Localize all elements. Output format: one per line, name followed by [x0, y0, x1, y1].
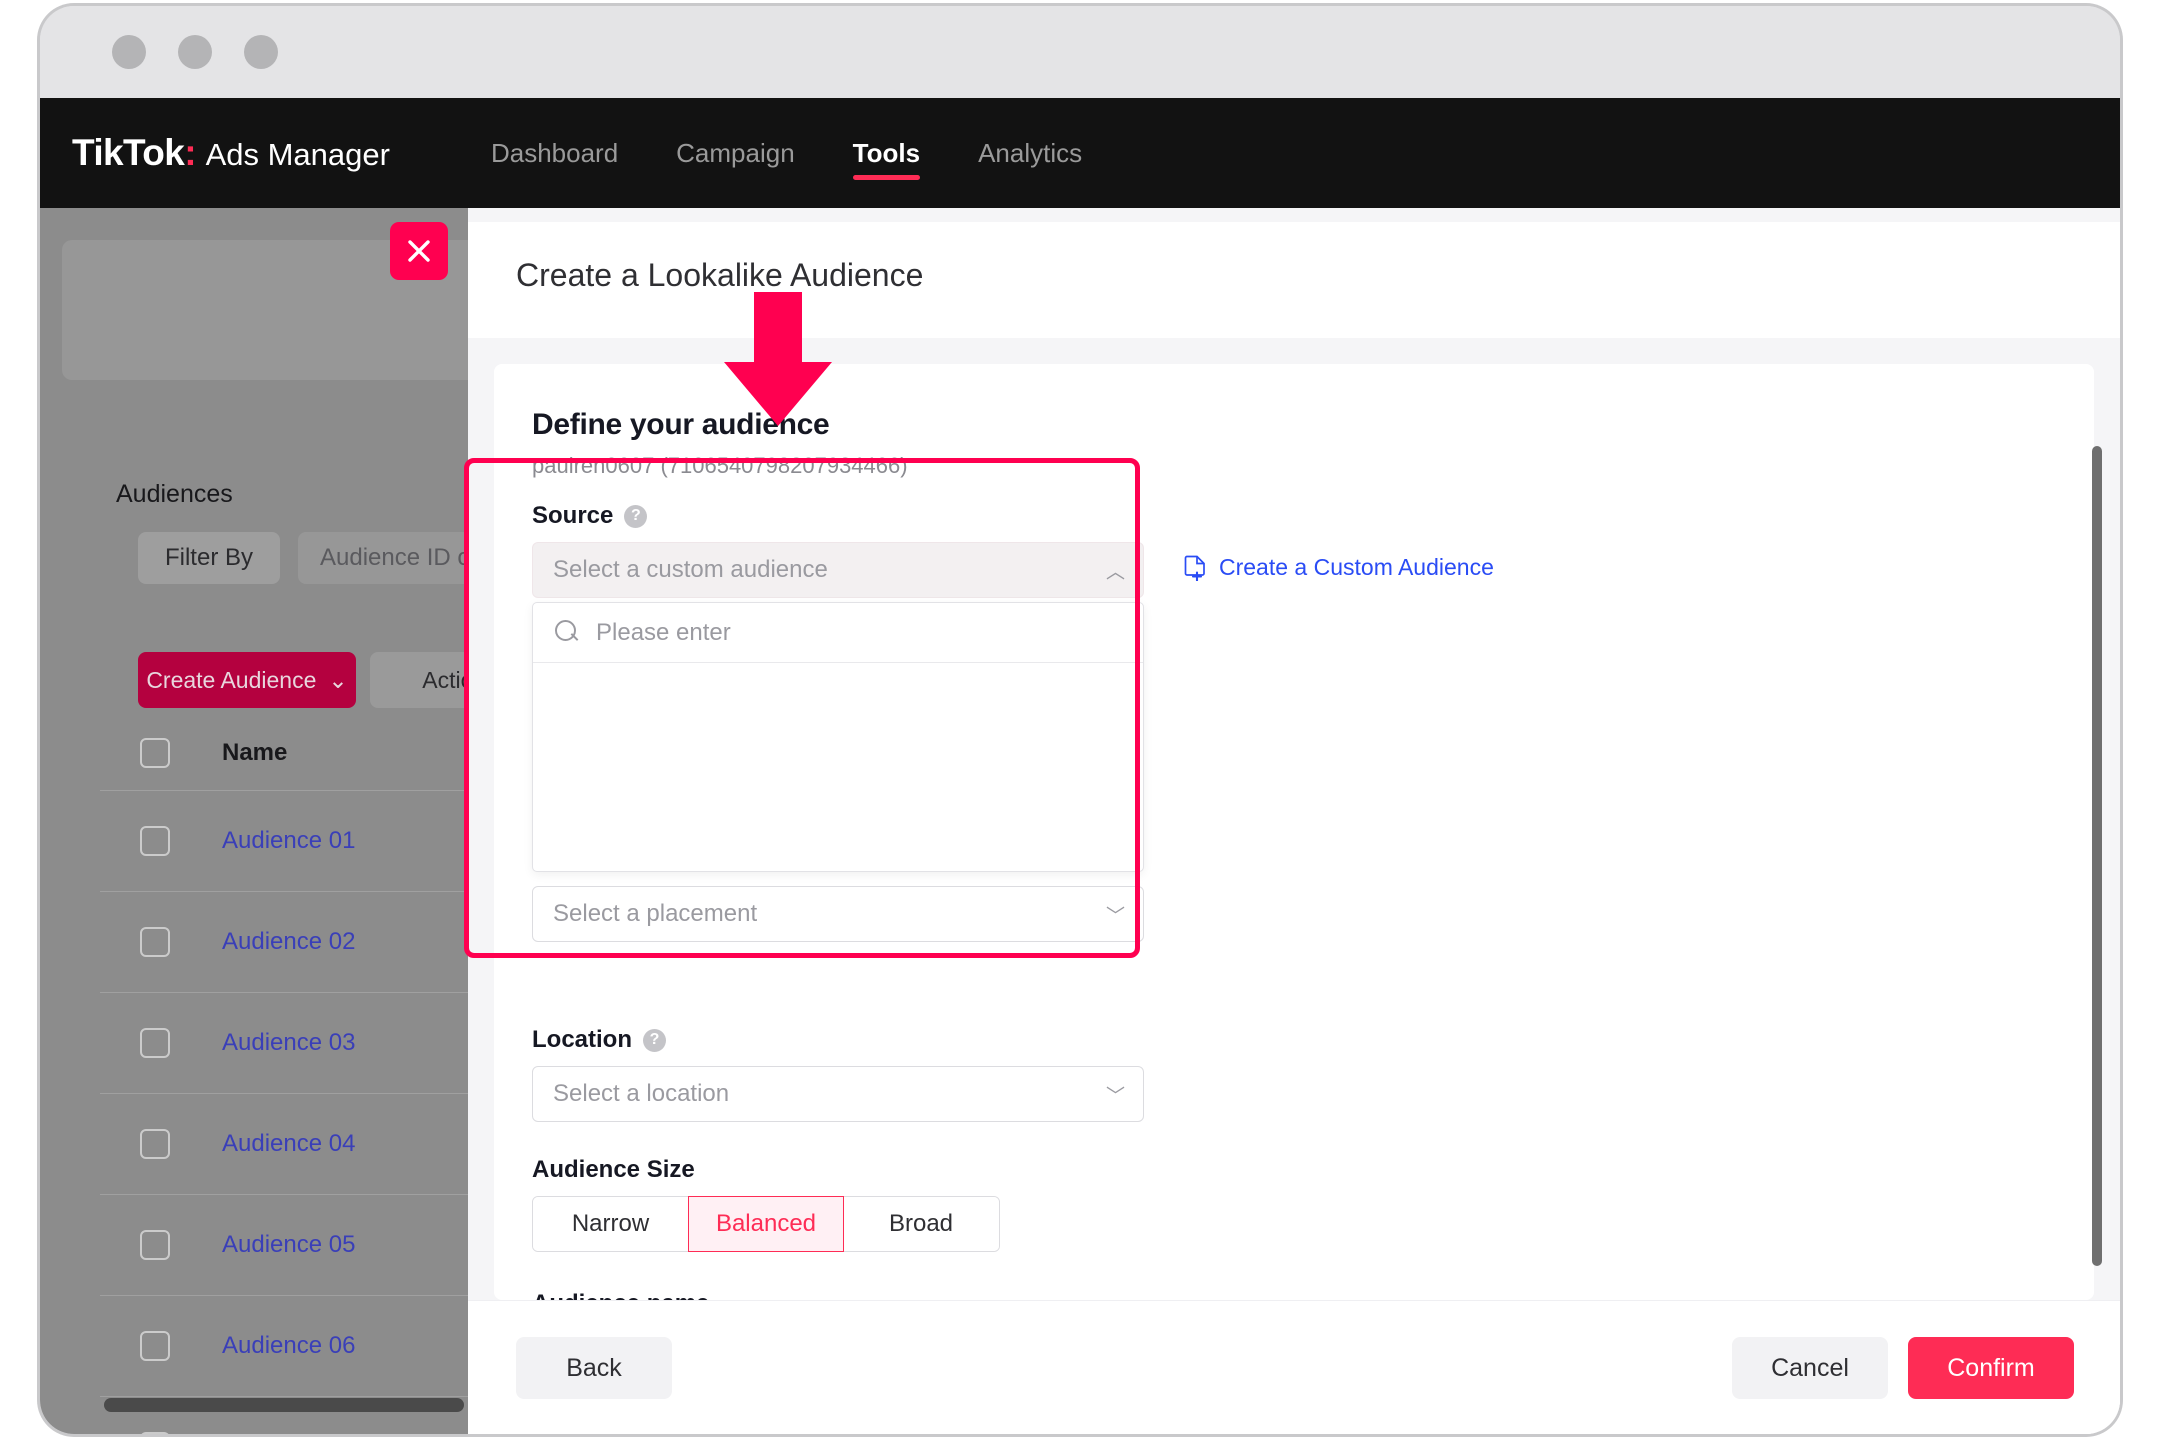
audience-size-option-balanced[interactable]: Balanced — [688, 1196, 844, 1252]
row-checkbox[interactable] — [140, 1432, 170, 1434]
audience-name-link[interactable]: Audience 04 — [222, 1130, 355, 1158]
confirm-button[interactable]: Confirm — [1908, 1337, 2074, 1399]
create-custom-audience-link[interactable]: Create a Custom Audience — [1184, 554, 1494, 581]
source-label-text: Source — [532, 502, 613, 530]
page-title: Audiences — [116, 480, 233, 509]
select-all-checkbox[interactable] — [140, 738, 170, 768]
create-custom-audience-label: Create a Custom Audience — [1219, 554, 1494, 581]
nav-item-tools[interactable]: Tools — [824, 98, 949, 208]
browser-window: TikTok: Ads Manager Dashboard Campaign T… — [40, 6, 2120, 1434]
table-row[interactable]: Audience 05 — [100, 1194, 520, 1295]
modal-title: Create a Lookalike Audience — [516, 257, 923, 294]
location-label: Location ? — [532, 1026, 666, 1054]
audience-size-label-text: Audience Size — [532, 1156, 695, 1184]
tiktok-ads-manager-logo: TikTok: Ads Manager — [72, 132, 390, 174]
help-icon[interactable]: ? — [643, 1029, 666, 1052]
modal-footer: Back Cancel Confirm — [468, 1300, 2120, 1434]
table-row[interactable]: Audience 04 — [100, 1093, 520, 1194]
help-icon[interactable]: ? — [624, 505, 647, 528]
location-placeholder: Select a location — [553, 1080, 729, 1108]
row-checkbox[interactable] — [140, 1230, 170, 1260]
source-search-placeholder: Please enter — [596, 619, 731, 647]
chevron-up-icon: ︿ — [1106, 557, 1125, 584]
audience-name-link[interactable]: Audience 02 — [222, 928, 355, 956]
table-header-row: Name — [100, 716, 520, 790]
audience-size-option-narrow[interactable]: Narrow — [533, 1197, 689, 1251]
nav-item-analytics[interactable]: Analytics — [949, 98, 1111, 208]
maximize-dot[interactable] — [244, 35, 278, 69]
section-title: Define your audience — [532, 408, 2094, 442]
dropdown-empty-list — [533, 663, 1143, 871]
table-row[interactable]: Audience 01 — [100, 790, 520, 891]
location-label-text: Location — [532, 1026, 632, 1054]
horizontal-scrollbar[interactable] — [104, 1398, 464, 1412]
audience-size-option-broad[interactable]: Broad — [843, 1197, 999, 1251]
audiences-table: Name Audience 01 Audience 02 Audience 03… — [100, 716, 520, 1434]
account-identifier: paulren0607 (7106540798207934466) — [532, 453, 2094, 479]
window-titlebar — [40, 6, 2120, 98]
table-row[interactable]: Audience 02 — [100, 891, 520, 992]
row-checkbox[interactable] — [140, 1331, 170, 1361]
audience-name-link[interactable]: Audience 01 — [222, 827, 355, 855]
close-dot[interactable] — [112, 35, 146, 69]
tiktok-wordmark: TikTok — [72, 132, 184, 174]
table-row[interactable]: Audience 03 — [100, 992, 520, 1093]
audience-size-label: Audience Size — [532, 1156, 695, 1184]
cancel-button[interactable]: Cancel — [1732, 1337, 1888, 1399]
row-checkbox[interactable] — [140, 826, 170, 856]
audience-name-link[interactable]: Audience 05 — [222, 1231, 355, 1259]
row-checkbox[interactable] — [140, 1129, 170, 1159]
source-label: Source ? — [532, 502, 647, 530]
ads-manager-label: Ads Manager — [206, 137, 390, 173]
chevron-down-icon: ﹀ — [1106, 1081, 1125, 1108]
define-audience-card: Define your audience paulren0607 (710654… — [494, 364, 2094, 1300]
nav-item-dashboard[interactable]: Dashboard — [462, 98, 647, 208]
nav-links: Dashboard Campaign Tools Analytics — [462, 98, 1111, 208]
nav-item-campaign[interactable]: Campaign — [647, 98, 824, 208]
back-button[interactable]: Back — [516, 1337, 672, 1399]
column-header-name: Name — [222, 739, 287, 767]
create-lookalike-audience-modal: Create a Lookalike Audience Define your … — [468, 222, 2120, 1434]
search-icon — [555, 620, 580, 645]
modal-scrollbar-track[interactable] — [2096, 338, 2112, 1300]
source-search-input[interactable]: Please enter — [533, 603, 1143, 663]
close-annotation-badge[interactable] — [390, 222, 448, 280]
placement-select[interactable]: Select a placement ﹀ — [532, 886, 1144, 942]
table-row[interactable]: Audience 06 — [100, 1295, 520, 1396]
placement-placeholder: Select a placement — [553, 900, 757, 928]
top-navigation-bar: TikTok: Ads Manager Dashboard Campaign T… — [40, 98, 2120, 208]
modal-body: Define your audience paulren0607 (710654… — [468, 338, 2120, 1300]
tiktok-colon-accent: : — [184, 132, 196, 174]
source-select-placeholder: Select a custom audience — [553, 556, 828, 584]
chevron-down-icon: ﹀ — [1106, 901, 1125, 928]
row-checkbox[interactable] — [140, 1028, 170, 1058]
audience-name-link[interactable]: Audience 06 — [222, 1332, 355, 1360]
audience-name-link[interactable]: Audience 03 — [222, 1029, 355, 1057]
create-audience-label: Create Audience — [146, 667, 316, 694]
modal-scrollbar-thumb[interactable] — [2092, 446, 2102, 1266]
source-select[interactable]: Select a custom audience ︿ — [532, 542, 1144, 598]
chevron-down-icon: ⌄ — [328, 667, 347, 694]
location-select[interactable]: Select a location ﹀ — [532, 1066, 1144, 1122]
create-audience-button[interactable]: Create Audience ⌄ — [138, 652, 356, 708]
minimize-dot[interactable] — [178, 35, 212, 69]
source-dropdown-panel: Please enter — [532, 602, 1144, 872]
audience-name-link[interactable]: Audience07 — [222, 1433, 349, 1434]
filter-by-button[interactable]: Filter By — [138, 532, 280, 584]
document-plus-icon — [1184, 555, 1208, 581]
audience-size-segmented-control: Narrow Balanced Broad — [532, 1196, 1000, 1252]
row-checkbox[interactable] — [140, 927, 170, 957]
